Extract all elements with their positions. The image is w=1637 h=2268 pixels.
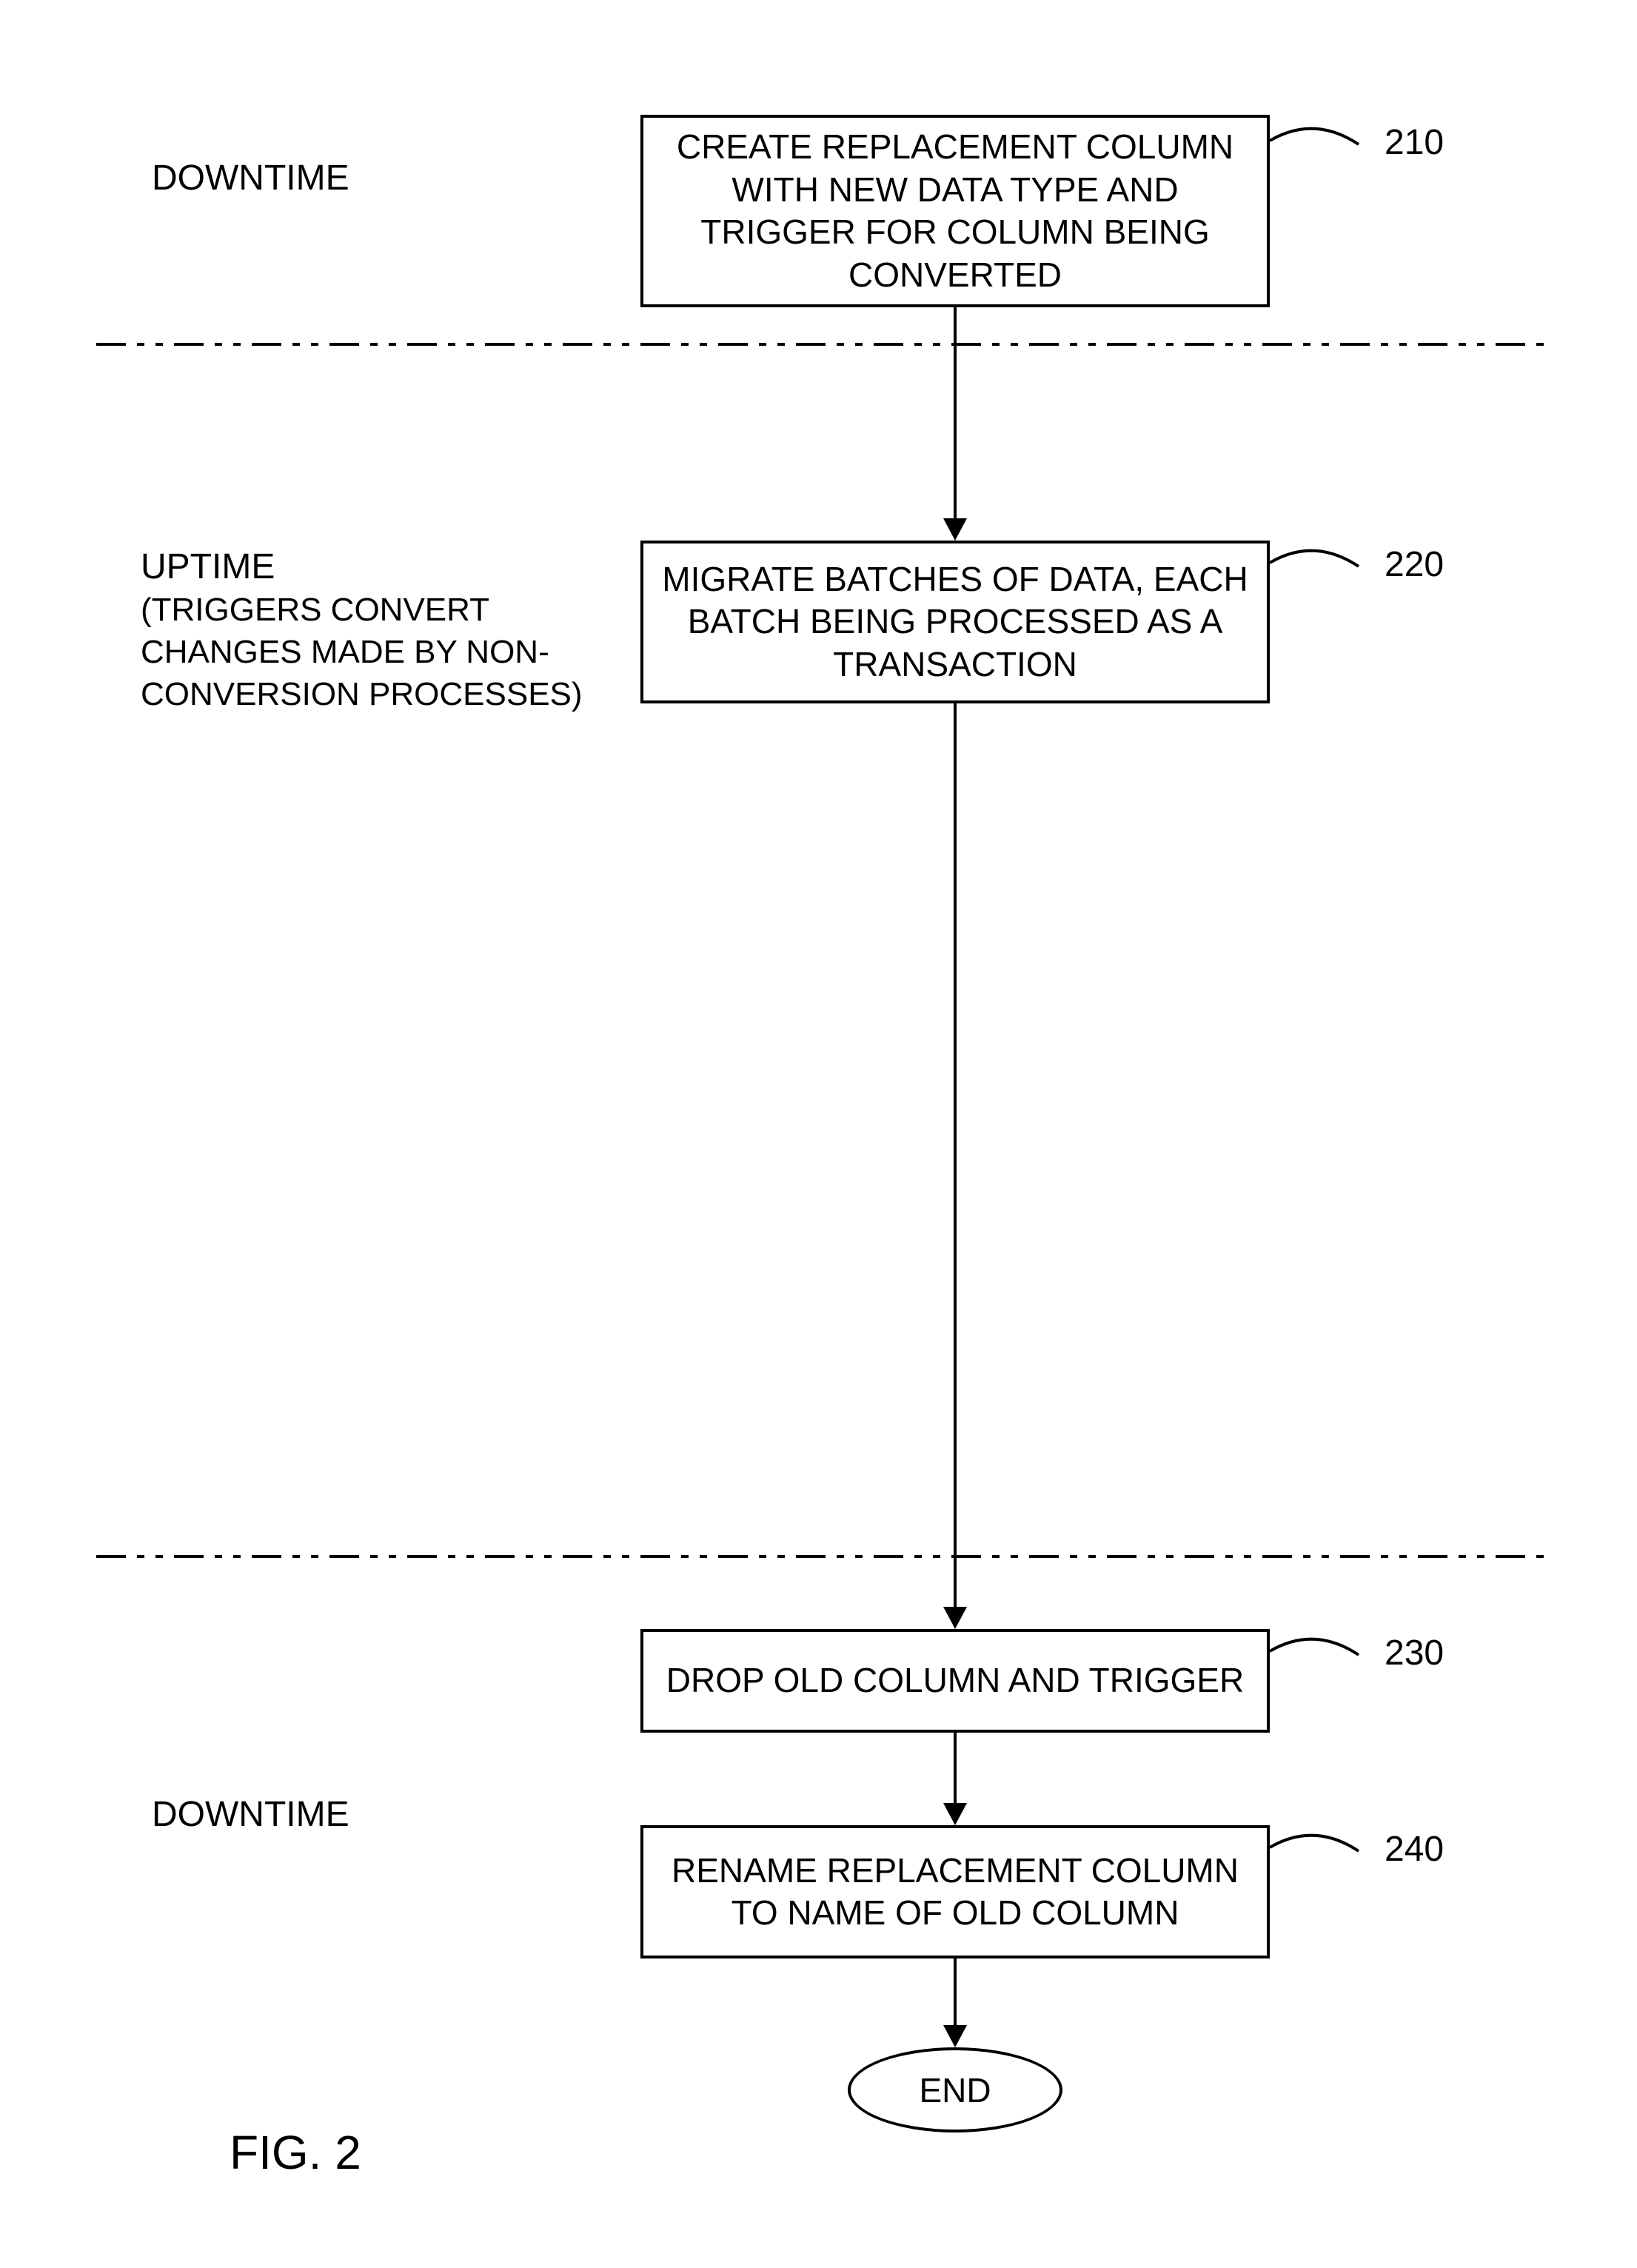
- uptime-detail-label: (TRIGGERS CONVERT CHANGES MADE BY NON-CO…: [141, 589, 615, 716]
- arrow-head-2: [943, 1607, 967, 1629]
- end-label: END: [919, 2070, 991, 2110]
- ref-240: 240: [1385, 1829, 1444, 1870]
- step-230-text: DROP OLD COLUMN AND TRIGGER: [666, 1659, 1244, 1702]
- ref-220: 220: [1385, 544, 1444, 585]
- end-terminator: END: [848, 2047, 1062, 2132]
- step-220-box: MIGRATE BATCHES OF DATA, EACH BATCH BEIN…: [640, 541, 1270, 703]
- arrow-220-to-230: [954, 703, 957, 1610]
- leader-230: [1270, 1625, 1396, 1677]
- leader-210: [1270, 115, 1396, 167]
- uptime-label: UPTIME: [141, 544, 275, 590]
- step-240-text: RENAME REPLACEMENT COLUMN TO NAME OF OLD…: [658, 1850, 1252, 1935]
- ref-230: 230: [1385, 1633, 1444, 1673]
- arrow-head-1: [943, 518, 967, 541]
- step-240-box: RENAME REPLACEMENT COLUMN TO NAME OF OLD…: [640, 1825, 1270, 1958]
- arrow-240-to-end: [954, 1958, 957, 2029]
- step-210-text: CREATE REPLACEMENT COLUMN WITH NEW DATA …: [658, 126, 1252, 296]
- step-230-box: DROP OLD COLUMN AND TRIGGER: [640, 1629, 1270, 1733]
- arrow-230-to-240: [954, 1733, 957, 1807]
- flowchart-column: CREATE REPLACEMENT COLUMN WITH NEW DATA …: [640, 0, 1270, 2268]
- leader-220: [1270, 537, 1396, 589]
- step-220-text: MIGRATE BATCHES OF DATA, EACH BATCH BEIN…: [658, 558, 1252, 686]
- ref-210: 210: [1385, 122, 1444, 163]
- arrow-head-3: [943, 1803, 967, 1825]
- figure-label: FIG. 2: [230, 2125, 361, 2180]
- downtime-top-label: DOWNTIME: [152, 155, 349, 201]
- leader-240: [1270, 1822, 1396, 1873]
- arrow-210-to-220: [954, 307, 957, 522]
- arrow-head-4: [943, 2025, 967, 2047]
- step-210-box: CREATE REPLACEMENT COLUMN WITH NEW DATA …: [640, 115, 1270, 307]
- downtime-bottom-label: DOWNTIME: [152, 1792, 349, 1838]
